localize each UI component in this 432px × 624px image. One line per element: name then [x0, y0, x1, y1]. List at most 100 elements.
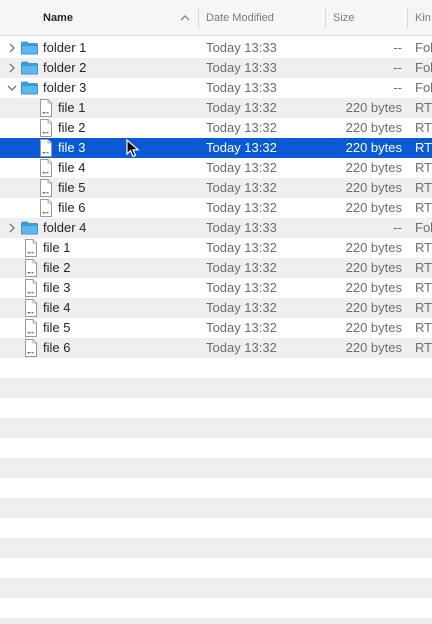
rtf-document-icon — [25, 259, 37, 277]
kind-cell: RT — [415, 280, 432, 295]
size-cell: 220 bytes — [345, 280, 402, 295]
rtf-document-icon — [25, 239, 37, 257]
empty-row — [0, 538, 432, 558]
date-modified-cell: Today 13:32 — [206, 260, 277, 275]
rtf-document-icon — [40, 99, 52, 117]
date-modified-cell: Today 13:32 — [206, 180, 277, 195]
date-modified-cell: Today 13:32 — [206, 300, 277, 315]
file-name: file 2 — [43, 260, 71, 275]
size-cell: 220 bytes — [345, 140, 402, 155]
folder-row[interactable]: folder 4 Today 13:33 -- Fol — [0, 218, 432, 238]
rtf-document-icon — [25, 299, 37, 317]
empty-row — [0, 578, 432, 598]
date-modified-cell: Today 13:33 — [206, 80, 277, 95]
file-row[interactable]: file 4 Today 13:32 220 bytes RT — [0, 298, 432, 318]
chevron-right-icon[interactable] — [7, 222, 17, 234]
column-header-kind[interactable]: Kin — [415, 0, 432, 36]
file-row[interactable]: file 4 Today 13:32 220 bytes RT — [0, 158, 432, 178]
file-name: file 5 — [43, 320, 71, 335]
folder-row[interactable]: folder 1 Today 13:33 -- Fol — [0, 38, 432, 58]
column-divider[interactable] — [198, 8, 199, 28]
folder-row[interactable]: folder 3 Today 13:33 -- Fol — [0, 78, 432, 98]
date-modified-cell: Today 13:32 — [206, 140, 277, 155]
size-cell: -- — [393, 60, 402, 75]
file-row[interactable]: file 6 Today 13:32 220 bytes RT — [0, 198, 432, 218]
folder-icon — [21, 81, 38, 95]
kind-cell: RT — [415, 200, 432, 215]
empty-row — [0, 498, 432, 518]
rtf-document-icon — [25, 319, 37, 337]
file-row[interactable]: file 5 Today 13:32 220 bytes RT — [0, 318, 432, 338]
date-modified-cell: Today 13:32 — [206, 120, 277, 135]
file-name: file 1 — [43, 240, 71, 255]
date-modified-cell: Today 13:32 — [206, 340, 277, 355]
file-row[interactable]: file 2 Today 13:32 220 bytes RT — [0, 258, 432, 278]
date-modified-cell: Today 13:32 — [206, 240, 277, 255]
kind-cell: RT — [415, 100, 432, 115]
file-name: file 6 — [43, 340, 71, 355]
chevron-right-icon[interactable] — [7, 42, 17, 54]
folder-row[interactable]: folder 2 Today 13:33 -- Fol — [0, 58, 432, 78]
size-cell: 220 bytes — [345, 100, 402, 115]
date-modified-cell: Today 13:32 — [206, 320, 277, 335]
rtf-document-icon — [40, 139, 52, 157]
rtf-document-icon — [40, 159, 52, 177]
file-name: file 2 — [58, 120, 86, 135]
rtf-document-icon — [25, 279, 37, 297]
kind-cell: RT — [415, 340, 432, 355]
file-row[interactable]: file 6 Today 13:32 220 bytes RT — [0, 338, 432, 358]
empty-row — [0, 558, 432, 578]
column-divider[interactable] — [407, 8, 408, 28]
kind-cell: RT — [415, 120, 432, 135]
date-modified-cell: Today 13:32 — [206, 160, 277, 175]
folder-name: folder 1 — [43, 40, 87, 55]
file-name: file 4 — [43, 300, 71, 315]
chevron-down-icon[interactable] — [7, 82, 17, 94]
empty-row — [0, 358, 432, 378]
rtf-document-icon — [40, 199, 52, 217]
file-name: file 6 — [58, 200, 86, 215]
kind-cell: RT — [415, 300, 432, 315]
kind-cell: Fol — [415, 80, 432, 95]
sort-ascending-icon[interactable] — [180, 11, 190, 25]
file-row[interactable]: file 3 Today 13:32 220 bytes RT — [0, 138, 432, 158]
kind-cell: Fol — [415, 40, 432, 55]
file-name: file 3 — [58, 140, 86, 155]
folder-icon — [21, 61, 38, 75]
chevron-right-icon[interactable] — [7, 62, 17, 74]
mouse-pointer-icon — [126, 139, 140, 158]
folder-name: folder 3 — [43, 80, 87, 95]
size-cell: -- — [393, 40, 402, 55]
kind-cell: RT — [415, 160, 432, 175]
column-header-size[interactable]: Size — [333, 0, 405, 36]
column-header-name[interactable]: Name — [43, 0, 198, 36]
file-row[interactable]: file 2 Today 13:32 220 bytes RT — [0, 118, 432, 138]
empty-row — [0, 518, 432, 538]
size-cell: -- — [393, 220, 402, 235]
date-modified-cell: Today 13:32 — [206, 280, 277, 295]
file-name: file 1 — [58, 100, 86, 115]
date-modified-cell: Today 13:33 — [206, 40, 277, 55]
column-divider[interactable] — [325, 8, 326, 28]
empty-row — [0, 458, 432, 478]
size-cell: -- — [393, 80, 402, 95]
folder-name: folder 4 — [43, 220, 87, 235]
file-name: file 3 — [43, 280, 71, 295]
kind-cell: RT — [415, 320, 432, 335]
kind-cell: RT — [415, 240, 432, 255]
folder-icon — [21, 221, 38, 235]
column-header-bar: Name Date Modified Size Kin — [0, 0, 432, 36]
file-row[interactable]: file 5 Today 13:32 220 bytes RT — [0, 178, 432, 198]
empty-row — [0, 398, 432, 418]
empty-row — [0, 598, 432, 618]
size-cell: 220 bytes — [345, 320, 402, 335]
file-row[interactable]: file 3 Today 13:32 220 bytes RT — [0, 278, 432, 298]
file-row[interactable]: file 1 Today 13:32 220 bytes RT — [0, 98, 432, 118]
folder-name: folder 2 — [43, 60, 87, 75]
column-header-date-modified[interactable]: Date Modified — [206, 0, 324, 36]
file-row[interactable]: file 1 Today 13:32 220 bytes RT — [0, 238, 432, 258]
size-cell: 220 bytes — [345, 160, 402, 175]
size-cell: 220 bytes — [345, 240, 402, 255]
empty-row — [0, 478, 432, 498]
size-cell: 220 bytes — [345, 200, 402, 215]
